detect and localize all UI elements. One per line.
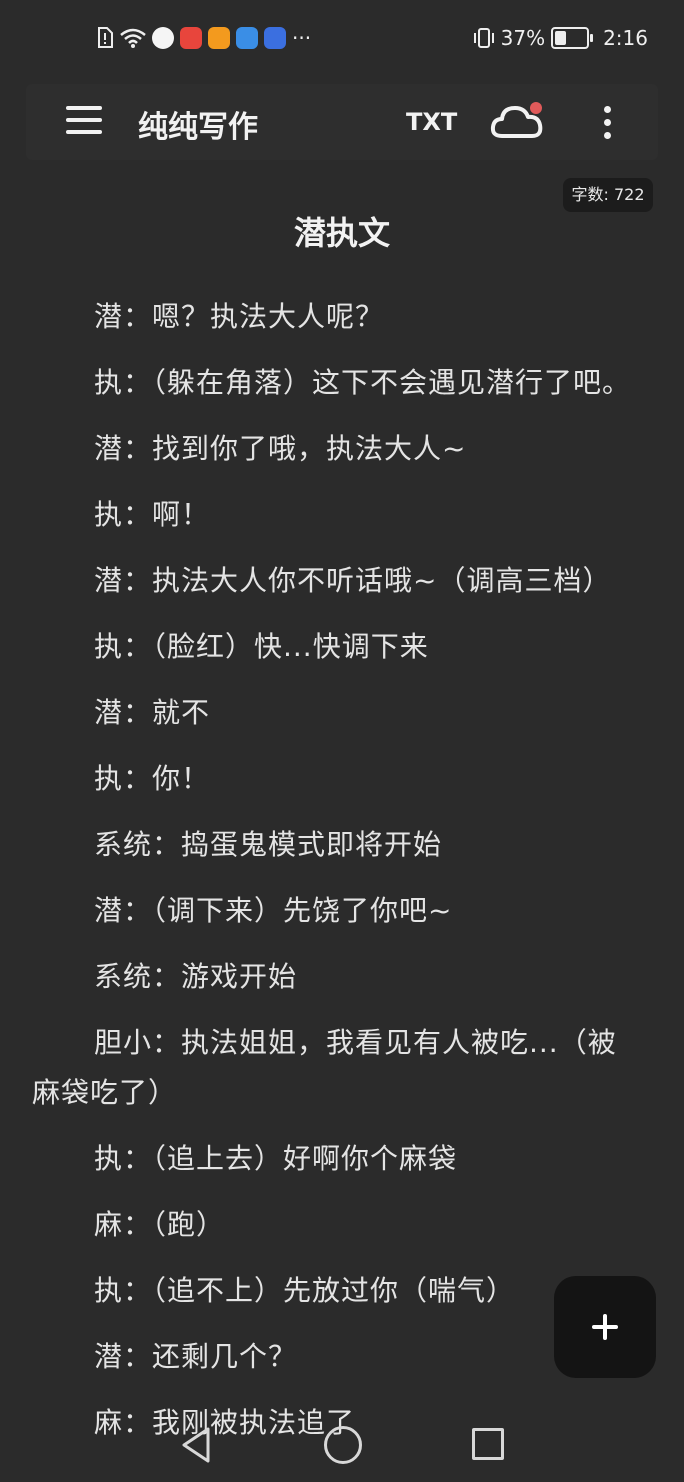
app-notification-icon (236, 27, 258, 49)
paragraph[interactable]: 潜：就不 (32, 688, 640, 738)
cloud-sync-icon[interactable] (490, 100, 546, 144)
paragraph[interactable]: 执：（躲在角落）这下不会遇见潜行了吧。 (32, 358, 640, 408)
sim-alert-icon (98, 27, 113, 48)
app-notification-icon (152, 27, 174, 49)
paragraph[interactable]: 潜：嗯？执法大人呢？ (32, 292, 640, 342)
app-notification-icon (208, 27, 230, 49)
paragraph[interactable]: 胆小：执法姐姐，我看见有人被吃...（被麻袋吃了） (32, 1018, 640, 1118)
app-title: 纯纯写作 (138, 110, 258, 145)
paragraph[interactable]: 执：你！ (32, 754, 640, 804)
paragraph[interactable]: 执：（脸红）快...快调下来 (32, 622, 640, 672)
txt-export-button[interactable]: TXT (406, 108, 457, 136)
battery-icon (551, 27, 594, 49)
paragraph[interactable]: 系统：游戏开始 (32, 952, 640, 1002)
document-title[interactable]: 潜执文 (0, 208, 684, 254)
sync-badge (530, 102, 542, 114)
clock: 2:16 (603, 26, 648, 50)
back-icon[interactable] (178, 1426, 216, 1464)
more-vert-icon[interactable] (600, 106, 614, 142)
document-body[interactable]: 潜：嗯？执法大人呢？ 执：（躲在角落）这下不会遇见潜行了吧。 潜：找到你了哦，执法大… (32, 292, 640, 1464)
battery-level (555, 31, 567, 45)
more-notifications-icon: ··· (292, 26, 312, 50)
app-notification-icon (264, 27, 286, 49)
paragraph[interactable]: 执：啊！ (32, 490, 640, 540)
recent-apps-icon[interactable] (472, 1428, 504, 1460)
paragraph[interactable]: 麻：（跑） (32, 1200, 640, 1250)
paragraph[interactable]: 潜：还剩几个？ (32, 1332, 640, 1382)
system-nav-bar (0, 1410, 684, 1482)
battery-percent: 37% (500, 26, 546, 50)
menu-icon[interactable] (66, 106, 102, 136)
app-notification-icon (180, 27, 202, 49)
add-fab-button[interactable] (554, 1276, 656, 1378)
home-icon[interactable] (324, 1426, 362, 1464)
paragraph[interactable]: 潜：找到你了哦，执法大人~ (32, 424, 640, 474)
paragraph[interactable]: 执：（追上去）好啊你个麻袋 (32, 1134, 640, 1184)
paragraph[interactable]: 潜：（调下来）先饶了你吧~ (32, 886, 640, 936)
status-right: 37% 2:16 (473, 26, 648, 50)
status-bar: ··· 37% 2:16 (0, 0, 684, 80)
vibrate-icon (473, 28, 494, 48)
word-count-badge: 字数: 722 (563, 178, 653, 212)
wifi-icon (120, 28, 146, 48)
status-left: ··· (96, 26, 311, 50)
paragraph[interactable]: 潜：执法大人你不听话哦~（调高三档） (32, 556, 640, 606)
app-toolbar: 纯纯写作 TXT (26, 84, 658, 160)
paragraph[interactable]: 系统：捣蛋鬼模式即将开始 (32, 820, 640, 870)
paragraph[interactable]: 执：（追不上）先放过你（喘气） (32, 1266, 640, 1316)
